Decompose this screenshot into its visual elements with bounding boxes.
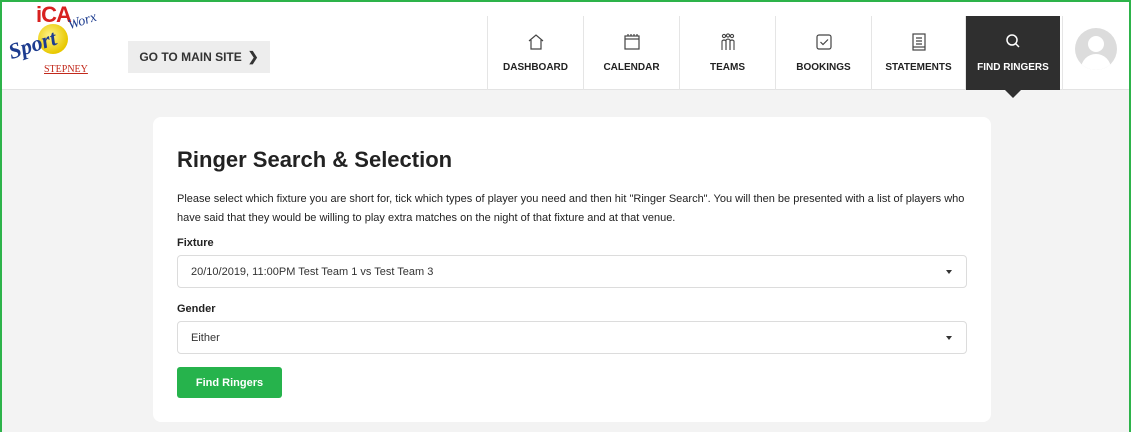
avatar[interactable] bbox=[1075, 28, 1117, 70]
home-icon bbox=[528, 34, 543, 50]
chevron-right-icon: ❯ bbox=[247, 49, 259, 64]
nav-label-bookings: BOOKINGS bbox=[796, 62, 851, 73]
nav-label-calendar: CALENDAR bbox=[603, 62, 660, 73]
page-title: Ringer Search & Selection bbox=[177, 147, 453, 172]
site-logo[interactable]: iCA Sport Worx STEPNEY bbox=[5, 2, 110, 90]
nav-label-statements: STATEMENTS bbox=[885, 62, 952, 73]
main-site-label: GO TO MAIN SITE bbox=[139, 50, 242, 64]
fixture-select[interactable]: 20/10/2019, 11:00PM Test Team 1 vs Test … bbox=[177, 255, 967, 288]
nav-item-bookings[interactable]: BOOKINGS bbox=[775, 16, 871, 90]
fixture-label: Fixture bbox=[177, 237, 214, 249]
logo-stepney-text: STEPNEY bbox=[44, 64, 88, 75]
go-to-main-site-button[interactable]: GO TO MAIN SITE ❯ bbox=[128, 41, 270, 73]
main-nav: DASHBOARD CALENDAR TEAMS BOOKINGS STATEM… bbox=[487, 16, 1060, 98]
top-header: iCA Sport Worx STEPNEY GO TO MAIN SITE ❯… bbox=[2, 2, 1129, 98]
page-description: Please select which fixture you are shor… bbox=[177, 193, 965, 224]
fixture-select-value: 20/10/2019, 11:00PM Test Team 1 vs Test … bbox=[191, 265, 434, 278]
caret-down-icon bbox=[946, 270, 952, 274]
nav-item-teams[interactable]: TEAMS bbox=[679, 16, 775, 90]
bookings-icon bbox=[815, 34, 832, 50]
logo-sport-text: Sport bbox=[5, 25, 60, 64]
caret-down-icon bbox=[946, 336, 952, 340]
user-menu[interactable] bbox=[1062, 16, 1129, 90]
teams-icon bbox=[720, 33, 735, 50]
avatar-body-shape bbox=[1081, 54, 1111, 70]
gender-label: Gender bbox=[177, 303, 216, 315]
search-icon bbox=[1006, 34, 1020, 48]
nav-label-dashboard: DASHBOARD bbox=[503, 62, 568, 73]
calendar-icon bbox=[623, 34, 640, 50]
nav-label-teams: TEAMS bbox=[710, 62, 745, 73]
nav-item-find-ringers[interactable]: FIND RINGERS bbox=[965, 16, 1060, 98]
ringer-search-card: Ringer Search & Selection Please select … bbox=[153, 117, 991, 422]
statements-icon bbox=[911, 33, 926, 51]
gender-select-value: Either bbox=[191, 331, 220, 344]
gender-select[interactable]: Either bbox=[177, 321, 967, 354]
nav-item-calendar[interactable]: CALENDAR bbox=[583, 16, 679, 90]
nav-label-find-ringers: FIND RINGERS bbox=[977, 62, 1049, 73]
nav-item-dashboard[interactable]: DASHBOARD bbox=[487, 16, 583, 90]
nav-item-statements[interactable]: STATEMENTS bbox=[871, 16, 965, 90]
avatar-head-shape bbox=[1088, 36, 1104, 52]
find-ringers-button[interactable]: Find Ringers bbox=[177, 367, 282, 398]
logo-worx-text: Worx bbox=[66, 9, 99, 34]
